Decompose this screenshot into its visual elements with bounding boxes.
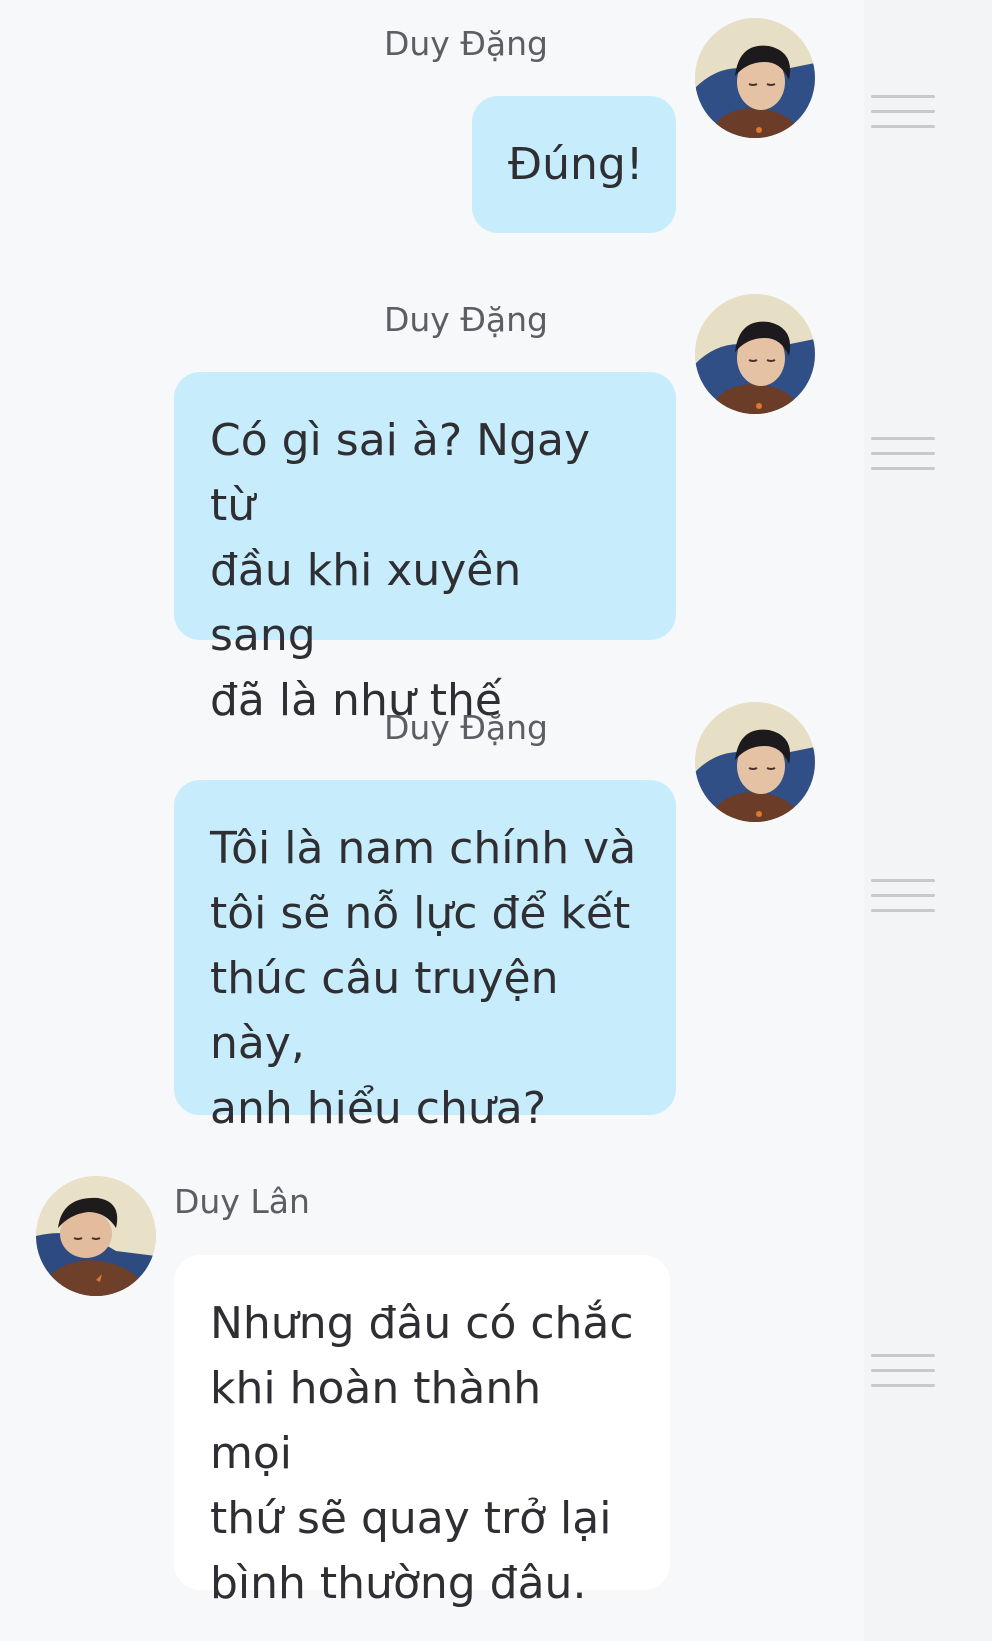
drag-handle-icon[interactable] — [871, 879, 935, 915]
avatar-image — [695, 702, 815, 822]
reorder-handle-column — [864, 0, 992, 1641]
avatar-image — [695, 18, 815, 138]
avatar-duy-dang-icon[interactable] — [695, 294, 815, 414]
avatar-duy-dang-icon[interactable] — [695, 18, 815, 138]
message-bubble-outgoing[interactable]: Có gì sai à? Ngay từ đầu khi xuyên sang … — [174, 372, 676, 726]
avatar-duy-dang-icon[interactable] — [695, 702, 815, 822]
sender-name: Duy Đặng — [383, 300, 548, 339]
avatar-image — [36, 1176, 156, 1296]
drag-handle-icon[interactable] — [871, 1354, 935, 1390]
message-bubble-incoming[interactable]: Nhưng đâu có chắc khi hoàn thành mọi thứ… — [174, 1255, 670, 1609]
drag-handle-icon[interactable] — [871, 437, 935, 473]
drag-handle-icon[interactable] — [871, 95, 935, 131]
message-bubble-outgoing[interactable]: Tôi là nam chính và tôi sẽ nỗ lực để kết… — [174, 780, 676, 1134]
sender-name: Duy Đặng — [383, 24, 548, 63]
sender-name: Duy Lân — [174, 1182, 310, 1221]
sender-name: Duy Đặng — [383, 708, 548, 747]
chat-message-list[interactable]: Duy Đặng Đúng! Duy Đặng Có gì sai à? Nga… — [0, 0, 864, 1641]
avatar-image — [695, 294, 815, 414]
avatar-duy-lan-icon[interactable] — [36, 1176, 156, 1296]
message-bubble-outgoing[interactable]: Đúng! — [472, 96, 676, 233]
